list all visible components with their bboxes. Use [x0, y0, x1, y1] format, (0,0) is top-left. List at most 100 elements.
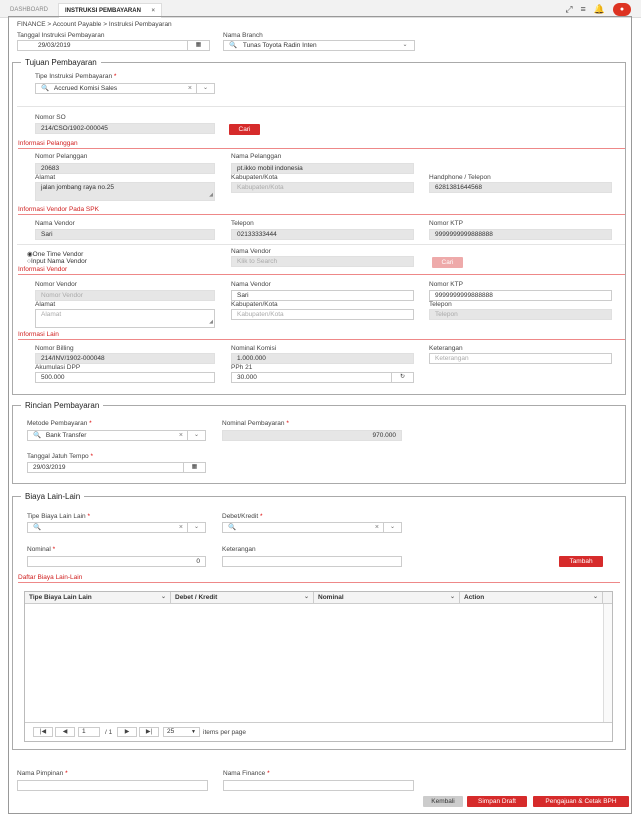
last-page-button[interactable]: ▶| [139, 727, 159, 737]
nama-finance-field[interactable] [223, 780, 414, 791]
akumulasi-dpp-label: Akumulasi DPP [35, 364, 81, 371]
telepon-vendor-label: Telepon [429, 301, 452, 308]
tanggal-jatuh-tempo-field[interactable]: 29/03/2019 ▦ [27, 462, 206, 473]
input-nama-vendor-radio[interactable]: ○Input Nama Vendor [27, 258, 87, 265]
metode-pembayaran-value: Bank Transfer [45, 432, 87, 439]
search-icon: 🔍 [228, 524, 237, 531]
grid-scrollbar[interactable] [603, 604, 612, 722]
nomor-pelanggan-field: 20683 [35, 163, 215, 174]
biaya-lain-lain-legend: Biaya Lain-Lain [21, 492, 85, 501]
nama-vendor-option-label: Nama Vendor [231, 248, 271, 255]
chevron-down-icon[interactable]: ⌄ [187, 431, 205, 440]
kabupaten-pelanggan-field: Kabupaten/Kota [231, 182, 414, 193]
kabupaten-vendor-placeholder: Kabupaten/Kota [237, 311, 284, 318]
tab-label: INSTRUKSI PEMBAYARAN [65, 8, 141, 14]
nama-pimpinan-field[interactable] [17, 780, 208, 791]
nomor-pelanggan-value: 20683 [41, 165, 60, 172]
informasi-pelanggan-section: Informasi Pelanggan [18, 140, 625, 149]
tipe-instruksi-select[interactable]: 🔍 Accrued Komisi Sales × ⌄ [35, 83, 215, 94]
nama-branch-value: Tunas Toyota Radin Inten [242, 42, 317, 49]
nama-vendor-field[interactable]: Sari [231, 290, 414, 301]
tanggal-instruksi-field[interactable]: 29/03/2019 ▦ [17, 40, 210, 51]
pengajuan-cetak-button[interactable]: Pengajuan & Cetak BPH [533, 796, 629, 807]
nominal-pembayaran-field: 970.000 [222, 430, 402, 441]
nama-pelanggan-value: pt.ikko mobil indonesia [237, 165, 303, 172]
chevron-down-icon[interactable]: ⌄ [161, 592, 166, 603]
search-icon: 🔍 [41, 85, 50, 92]
metode-pembayaran-label: Metode Pembayaran * [27, 420, 92, 427]
debet-kredit-select[interactable]: 🔍 × ⌄ [222, 522, 402, 533]
chevron-down-icon[interactable]: ⌄ [383, 523, 401, 532]
kembali-button[interactable]: Kembali [423, 796, 463, 807]
first-page-button[interactable]: |◀ [33, 727, 53, 737]
nominal-biaya-field[interactable]: 0 [27, 556, 206, 567]
calendar-icon[interactable]: ▦ [187, 41, 209, 50]
nama-vendor-label: Nama Vendor [231, 281, 271, 288]
clear-icon[interactable]: × [188, 84, 192, 93]
nominal-biaya-value: 0 [196, 558, 200, 565]
keterangan-biaya-field[interactable] [222, 556, 402, 567]
clear-icon[interactable]: × [375, 523, 379, 532]
page-input[interactable]: 1 [78, 727, 100, 737]
items-per-page-label: items per page [203, 729, 246, 736]
tipe-biaya-select[interactable]: 🔍 × ⌄ [27, 522, 206, 533]
menu-icon[interactable]: ≡ [581, 4, 586, 14]
kabupaten-vendor-label: Kabupaten/Kota [231, 301, 278, 308]
akumulasi-dpp-value: 500.000 [41, 374, 65, 381]
nama-branch-select[interactable]: 🔍 Tunas Toyota Radin Inten ⌄ [223, 40, 415, 51]
tanggal-instruksi-label: Tanggal Instruksi Pembayaran [17, 32, 105, 39]
chevron-down-icon[interactable]: ⌄ [593, 592, 598, 603]
chevron-down-icon[interactable]: ⌄ [450, 592, 455, 603]
nomor-ktp-field[interactable]: 9999999999888888 [429, 290, 612, 301]
chevron-down-icon: ▼ [191, 729, 196, 735]
debet-kredit-label: Debet/Kredit * [222, 513, 263, 520]
clear-icon[interactable]: × [179, 523, 183, 532]
metode-pembayaran-select[interactable]: 🔍 Bank Transfer × ⌄ [27, 430, 206, 441]
column-tipe-biaya[interactable]: Tipe Biaya Lain Lain ⌄ [25, 592, 171, 603]
calendar-icon[interactable]: ▦ [183, 463, 205, 472]
tujuan-pembayaran-legend: Tujuan Pembayaran [21, 58, 101, 67]
pph21-value: 30.000 [237, 374, 257, 381]
one-time-vendor-radio[interactable]: ◉One Time Vendor [27, 250, 83, 258]
expand-icon[interactable]: ⤢ [565, 4, 572, 15]
telepon-vendor-placeholder: Telepon [435, 311, 458, 318]
nama-vendor-value: Sari [237, 292, 249, 299]
page-size-select[interactable]: 25 ▼ [163, 727, 200, 737]
pph21-field[interactable]: 30.000 ↻ [231, 372, 414, 383]
akumulasi-dpp-field[interactable]: 500.000 [35, 372, 215, 383]
grid-header: Tipe Biaya Lain Lain ⌄ Debet / Kredit ⌄ No… [25, 592, 612, 604]
bell-icon[interactable]: 🔔 [594, 4, 605, 15]
column-nominal[interactable]: Nominal ⌄ [314, 592, 460, 603]
alamat-vendor-field[interactable]: Alamat ◢ [35, 309, 215, 328]
next-page-button[interactable]: ▶ [117, 727, 137, 737]
handphone-field: 6281381644568 [429, 182, 612, 193]
prev-page-button[interactable]: ◀ [55, 727, 75, 737]
tambah-button[interactable]: Tambah [559, 556, 603, 567]
refresh-icon[interactable]: ↻ [391, 373, 413, 382]
search-icon: 🔍 [229, 42, 238, 49]
telepon-vendor-field: Telepon [429, 309, 612, 320]
column-debet-kredit[interactable]: Debet / Kredit ⌄ [171, 592, 314, 603]
informasi-vendor-spk-section: Informasi Vendor Pada SPK [18, 206, 625, 215]
chevron-down-icon[interactable]: ⌄ [196, 84, 214, 93]
search-icon: 🔍 [33, 432, 42, 439]
nama-branch-label: Nama Branch [223, 32, 263, 39]
alamat-pelanggan-label: Alamat [35, 174, 56, 181]
nominal-komisi-field: 1.000.000 [231, 353, 414, 364]
tipe-instruksi-label: Tipe Instruksi Pembayaran * [35, 73, 117, 80]
avatar[interactable]: ● [613, 2, 631, 16]
chevron-down-icon[interactable]: ⌄ [304, 592, 309, 603]
clear-icon[interactable]: × [179, 431, 183, 440]
daftar-biaya-section: Daftar Biaya Lain-Lain [18, 574, 620, 583]
column-action[interactable]: Action ⌄ [460, 592, 603, 603]
nomor-vendor-label: Nomor Vendor [35, 281, 77, 288]
keterangan-lain-field[interactable]: Keterangan [429, 353, 612, 364]
chevron-down-icon[interactable]: ⌄ [187, 523, 205, 532]
cari-so-button[interactable]: Cari [229, 124, 260, 135]
simpan-draft-button[interactable]: Simpan Draft [467, 796, 527, 807]
kabupaten-pelanggan-label: Kabupaten/Kota [231, 174, 278, 181]
kabupaten-vendor-field[interactable]: Kabupaten/Kota [231, 309, 414, 320]
tanggal-jatuh-tempo-label: Tanggal Jatuh Tempo * [27, 453, 94, 460]
divider [17, 106, 625, 107]
nomor-vendor-field: Nomor Vendor [35, 290, 215, 301]
